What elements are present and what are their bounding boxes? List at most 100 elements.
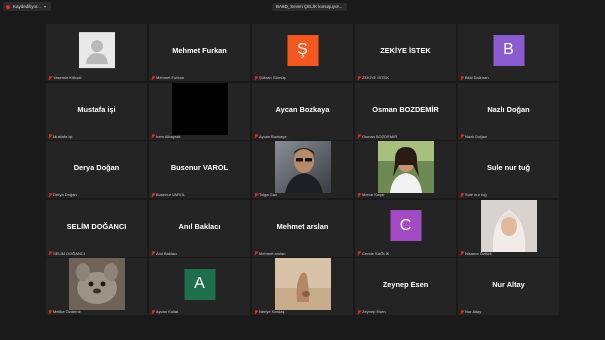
participant-name-label: Yasemin Köksal [48,75,81,80]
participant-name-label: Merve Koşar [357,192,385,197]
mic-muted-icon [460,251,464,255]
participant-display-name: Osman BOZDEMİR [372,104,439,114]
participant-display-name: SELİM DOĞANCI [66,221,127,231]
participant-tile[interactable]: Mehmet arslan Mehmet arslan [252,199,353,257]
mic-muted-icon [48,75,52,80]
participant-tile[interactable]: Zeynep Esen Zeynep Esen [355,258,456,315]
participant-name: Neriye Kardaş [259,309,285,314]
participant-name-label: Osman BOZDEMİR [357,134,397,139]
participant-name: Busenur VAROL [156,192,186,197]
participant-name-label: Nisanur Öztürk [460,251,492,256]
participant-name-label: Mehmet arslan [254,251,285,256]
participant-name: Mustafa İşi [53,133,73,139]
participant-tile[interactable]: ZEKİYE İSTEK ZEKİYE İSTEK [355,24,456,81]
participant-display-name: Zeynep Esen [382,280,429,289]
participant-name-label: Mehmet Furkan [151,75,184,80]
participant-tile[interactable]: Merve Koşar [355,141,456,198]
participant-tile[interactable]: Melike Özdemir [46,258,147,315]
participant-tile[interactable]: A Aycan Kollat [149,258,250,315]
participant-tile[interactable]: Tolga Gan [252,141,353,198]
participant-tile[interactable]: Mustafa işi Mustafa İşi [46,82,147,140]
mic-muted-icon [151,75,155,80]
participant-name-label: Derya Doğan [48,192,77,197]
participant-name-label: Busenur VAROL [151,192,185,197]
mic-muted-icon [254,309,258,314]
participant-tile[interactable]: Nisanur Öztürk [458,199,559,257]
participant-name-label: Anıl Baklacı [151,251,177,256]
participant-tile[interactable]: Yasemin Köksal [46,24,147,81]
participant-name: Tolga Gan [259,192,278,197]
participant-name: İrem Albayrak [156,133,181,139]
participant-name-label: Melike Özdemir [48,309,81,314]
mic-muted-icon [357,309,361,314]
participant-tile[interactable]: Sule nur tuğ Sule nur tuğ [458,141,559,198]
mic-muted-icon [48,251,52,255]
participant-name: Osman BOZDEMİR [362,133,398,139]
mic-muted-icon [151,309,155,314]
participant-name-label: ZEKİYE İSTEK [357,75,389,80]
participant-display-name: Mehmet arslan [276,221,329,231]
speaker-banner: BA6D_Sevim ÇELİK konuşuyor... [272,3,347,11]
participant-name-label: Nur Altay [460,309,481,314]
participant-name-label: Bilal Dalkıran [460,75,489,80]
participant-name-label: İrem Albayrak [151,134,180,139]
participant-name: Zeynep Esen [362,309,386,314]
participant-tile[interactable]: SELİM DOĞANCI SELİM DOĞANCI [46,199,147,257]
mic-muted-icon [48,134,52,138]
participant-tile[interactable]: Osman BOZDEMİR Osman BOZDEMİR [355,82,456,140]
participant-tile[interactable]: Busenur VAROL Busenur VAROL [149,141,250,198]
participant-name: Derya Doğan [53,192,77,197]
avatar: C [390,210,421,242]
participant-name: Nazlı Doğan [465,133,488,139]
participant-tile[interactable]: C Cende SAĞLIK [355,199,456,257]
participant-name: Mehmet arslan [259,250,286,256]
participant-tile[interactable]: Nur Altay Nur Altay [458,258,559,315]
video-feed [171,82,228,135]
participant-display-name: Anıl Baklacı [178,221,221,231]
participant-name-label: Neriye Kardaş [254,309,284,314]
participant-tile[interactable]: Mehmet Furkan Mehmet Furkan [149,24,250,81]
participant-display-name: Derya Doğan [73,163,120,172]
participant-name: Mehmet Furkan [156,75,185,80]
participant-name: SELİM DOĞANCI [53,250,85,256]
mic-muted-icon [357,75,361,80]
mic-muted-icon [357,251,361,255]
participant-display-name: Nazlı Doğan [487,104,530,114]
participant-name: Aycan Kollat [156,309,179,314]
participant-display-name: Sule nur tuğ [486,163,531,172]
participant-grid: Yasemin Köksal Mehmet Furkan Mehmet Furkan… [46,24,559,316]
participant-name-label: Mustafa İşi [48,134,72,139]
participant-tile[interactable]: Anıl Baklacı Anıl Baklacı [149,199,250,257]
participant-display-name: Busenur VAROL [170,163,229,172]
participant-name: Anıl Baklacı [156,250,178,256]
mic-muted-icon [151,134,155,138]
participant-tile[interactable]: Neriye Kardaş [252,258,353,315]
participant-name: Cende SAĞLIK [362,250,390,256]
mic-muted-icon [460,75,464,80]
mic-muted-icon [460,134,464,138]
participant-tile[interactable]: B Bilal Dalkıran [458,24,559,81]
participant-name-label: Sule nur tuğ [460,192,487,197]
mic-muted-icon [151,192,155,197]
participant-tile[interactable]: Derya Doğan Derya Doğan [46,141,147,198]
participant-name: Aycan Bozkaya [259,133,287,139]
mic-muted-icon [254,134,258,138]
participant-tile[interactable]: Nazlı Doğan Nazlı Doğan [458,82,559,140]
participant-name-label: Tolga Gan [254,192,277,197]
participant-name-label: Cende SAĞLIK [357,251,389,256]
participant-display-name: Mehmet Furkan [172,46,227,55]
mic-muted-icon [357,192,361,197]
mic-muted-icon [254,192,258,197]
recording-label: Kaydediliyor... [13,4,42,9]
participant-display-name: Nur Altay [492,280,525,289]
avatar: A [184,268,215,300]
participant-tile[interactable]: İrem Albayrak [149,82,250,140]
participant-tile[interactable]: Aycan Bozkaya Aycan Bozkaya [252,82,353,140]
participant-name-label: Şükran Gümüş [254,75,286,80]
mic-muted-icon [151,251,155,255]
recording-indicator[interactable]: Kaydediliyor... ▾ [3,2,52,11]
participant-tile[interactable]: Ş Şükran Gümüş [252,24,353,81]
chevron-down-icon: ▾ [44,4,47,9]
participant-name: Sule nur tuğ [465,192,487,197]
participant-name-label: SELİM DOĞANCI [48,251,85,256]
